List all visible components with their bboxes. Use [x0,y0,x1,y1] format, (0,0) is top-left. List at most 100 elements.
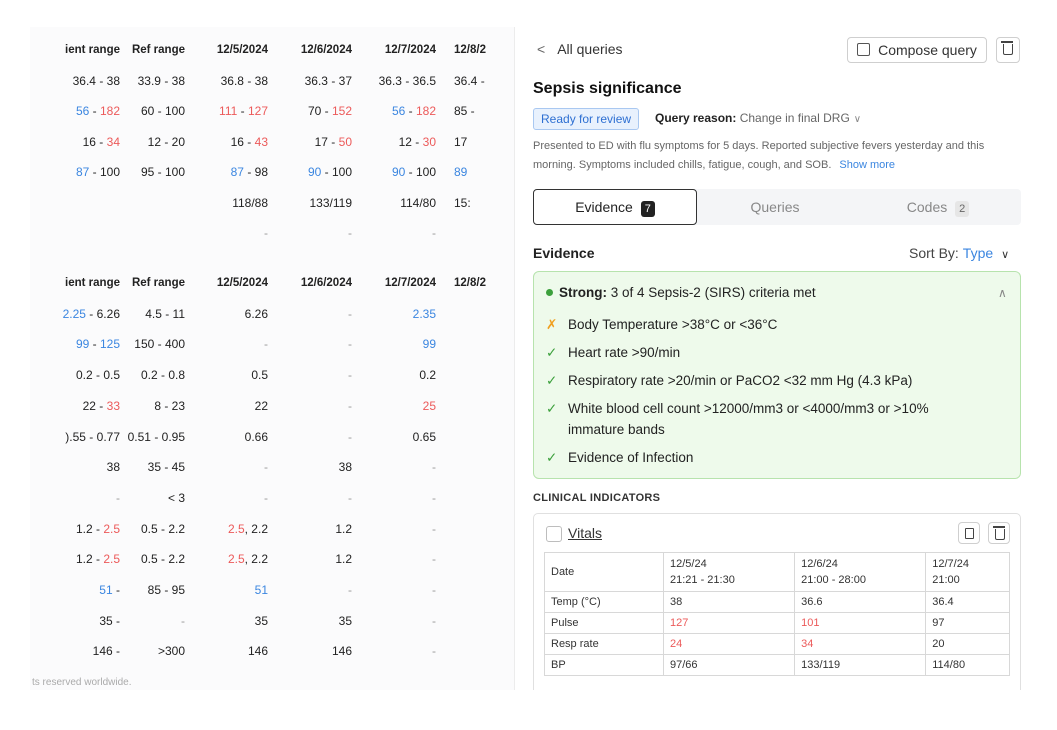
criteria-text: Evidence of Infection [568,450,694,465]
vitals-checkbox[interactable] [546,526,562,542]
lab-row: - < 3 - - - [30,485,500,511]
copy-vitals-button[interactable] [958,522,980,544]
copyright-footer: ts reserved worldwide. [32,677,132,688]
lab-cell-part: 16 - [230,134,255,149]
lab-cell-part: - [89,104,100,118]
lab-cell-part: 2.25 [62,306,86,321]
lab-cell-part: 12 - [398,134,423,149]
lab-cell: 0.5 - 2.2 [140,521,185,536]
lab-cell: 146 [247,644,268,659]
lab-row: 2.25 - 6.26 4.5 - 11 6.26 - 2.35 [30,301,500,327]
lab-cell: 51 [254,583,268,597]
lab-cell: 25 [422,398,436,413]
lab-cell-part: - 98 [243,165,268,179]
vitals-value: 97/66 [662,654,796,676]
collapse-chevron-up-icon[interactable]: ∧ [998,286,1007,300]
lab-cell-part: 50 [338,134,352,149]
lab-cell-part: 70 - [307,104,332,118]
lab-cell: >300 [157,644,185,659]
show-more-link[interactable]: Show more [839,159,895,171]
lab-column-header[interactable]: ient range [65,37,120,63]
trash-icon [993,526,1005,540]
lab-cell-part: - [112,583,120,597]
lab-column-header[interactable]: 12/8/2 [454,270,504,296]
lab-cell: 0.2 - 0.8 [140,368,185,383]
tab-codes[interactable]: Codes 2 [855,189,1021,225]
lab-cell: 38 [106,460,120,475]
criteria-summary: Strong: 3 of 4 Sepsis-2 (SIRS) criteria … [546,285,816,300]
trash-icon [1001,41,1013,55]
edit-icon [857,43,871,56]
criteria-text: Respiratory rate >20/min or PaCO2 <32 mm… [568,373,913,388]
lab-cell-part: - [237,104,248,118]
check-icon: ✓ [546,450,558,465]
criteria-text: Body Temperature >38°C or <36°C [568,317,778,332]
lab-row: 35 - - 35 35 - [30,608,500,634]
lab-column-header[interactable]: ient range [65,270,120,296]
lab-cell: - [432,552,436,567]
lab-cell: 22 - 33 [83,393,120,419]
vitals-date-label: Date [544,552,664,592]
delete-query-button[interactable] [996,37,1020,63]
lab-column-header[interactable]: 12/6/2024 [282,37,352,63]
lab-cell: - [264,226,268,240]
lab-column-header[interactable]: 12/6/2024 [282,270,352,296]
lab-column-header[interactable]: 12/7/2024 [364,270,436,296]
lab-column-header[interactable]: Ref range [125,37,185,63]
lab-cell: 118/88 [232,195,268,210]
lab-cell: 1.2 - 2.5 [76,516,120,542]
chevron-left-icon: < [537,41,546,57]
vitals-row-label: Resp rate [544,633,664,655]
lab-cell: 56 - 182 [364,98,436,124]
lab-cell: 1.2 [335,552,352,567]
delete-vitals-button[interactable] [988,522,1010,544]
lab-cell-part: - 100 [321,165,352,179]
sort-control[interactable]: Sort By: Type ∨ [909,245,1009,261]
lab-row: ).55 - 0.77 0.51 - 0.95 0.66 - 0.65 [30,424,500,450]
back-to-queries-link[interactable]: < All queries [537,41,623,57]
lab-column-header[interactable]: 12/5/2024 [200,270,268,296]
tab-evidence[interactable]: Evidence 7 [533,189,697,225]
query-title: Sepsis significance [533,80,682,97]
lab-cell: - [432,226,436,240]
lab-cell: 1.2 - 2.5 [76,546,120,572]
lab-column-header[interactable]: 12/5/2024 [200,37,268,63]
lab-column-header[interactable]: 12/8/2 [454,37,504,63]
query-reason[interactable]: Query reason: Change in final DRG ∨ [655,111,861,125]
lab-cell: 0.66 [244,429,268,444]
lab-cell: 36.3 - 36.5 [378,73,436,88]
tab-evidence-label: Evidence [575,199,633,215]
lab-row: 99 - 125 150 - 400- -99 [30,331,500,357]
lab-column-header[interactable]: 12/7/2024 [364,37,436,63]
lab-cell: 2.5, 2.2 [200,546,268,572]
lab-cell: - [432,644,436,659]
lab-cell: 22 [254,398,268,413]
lab-cell: 87 - 100 [76,159,120,185]
lab-cell-part: 43 [254,134,268,149]
lab-cell: 4.5 - 11 [145,306,185,321]
sirs-criteria-card: Strong: 3 of 4 Sepsis-2 (SIRS) criteria … [533,271,1021,479]
lab-cell: 8 - 23 [154,398,185,413]
criteria-item: ✗ Body Temperature >38°C or <36°C [546,314,986,335]
lab-cell-part: 1.2 - [75,521,104,536]
lab-cell: 2.5, 2.2 [200,516,268,542]
lab-header-row: ient range Ref range 12/5/2024 12/6/2024 12/… [30,270,500,296]
lab-cell: 2.25 - 6.26 [63,301,120,327]
lab-cell: 0.2 - 0.5 [75,368,120,383]
tab-queries[interactable]: Queries [695,189,855,225]
lab-cell: 17 - 50 [282,129,352,155]
check-icon: ✓ [546,401,558,416]
vitals-table: Date 12/5/24 21:21 - 21:30 12/6/24 21:00 - 2… [544,552,1010,676]
lab-cell: 35 [338,613,352,628]
lab-cell-part: 182 [415,104,436,118]
lab-cell-part: 2.5 [227,521,245,536]
lab-cell-part: - 6.26 [85,306,120,321]
lab-cell: 6.26 [244,306,268,321]
compose-query-button[interactable]: Compose query [847,37,987,63]
lab-cell-part: 56 [75,104,90,118]
vitals-link[interactable]: Vitals [568,525,602,541]
lab-cell: - [264,460,268,475]
criteria-summary-text: 3 of 4 Sepsis-2 (SIRS) criteria met [610,285,816,300]
lab-cell: 85 - [454,104,475,118]
lab-column-header[interactable]: Ref range [125,270,185,296]
